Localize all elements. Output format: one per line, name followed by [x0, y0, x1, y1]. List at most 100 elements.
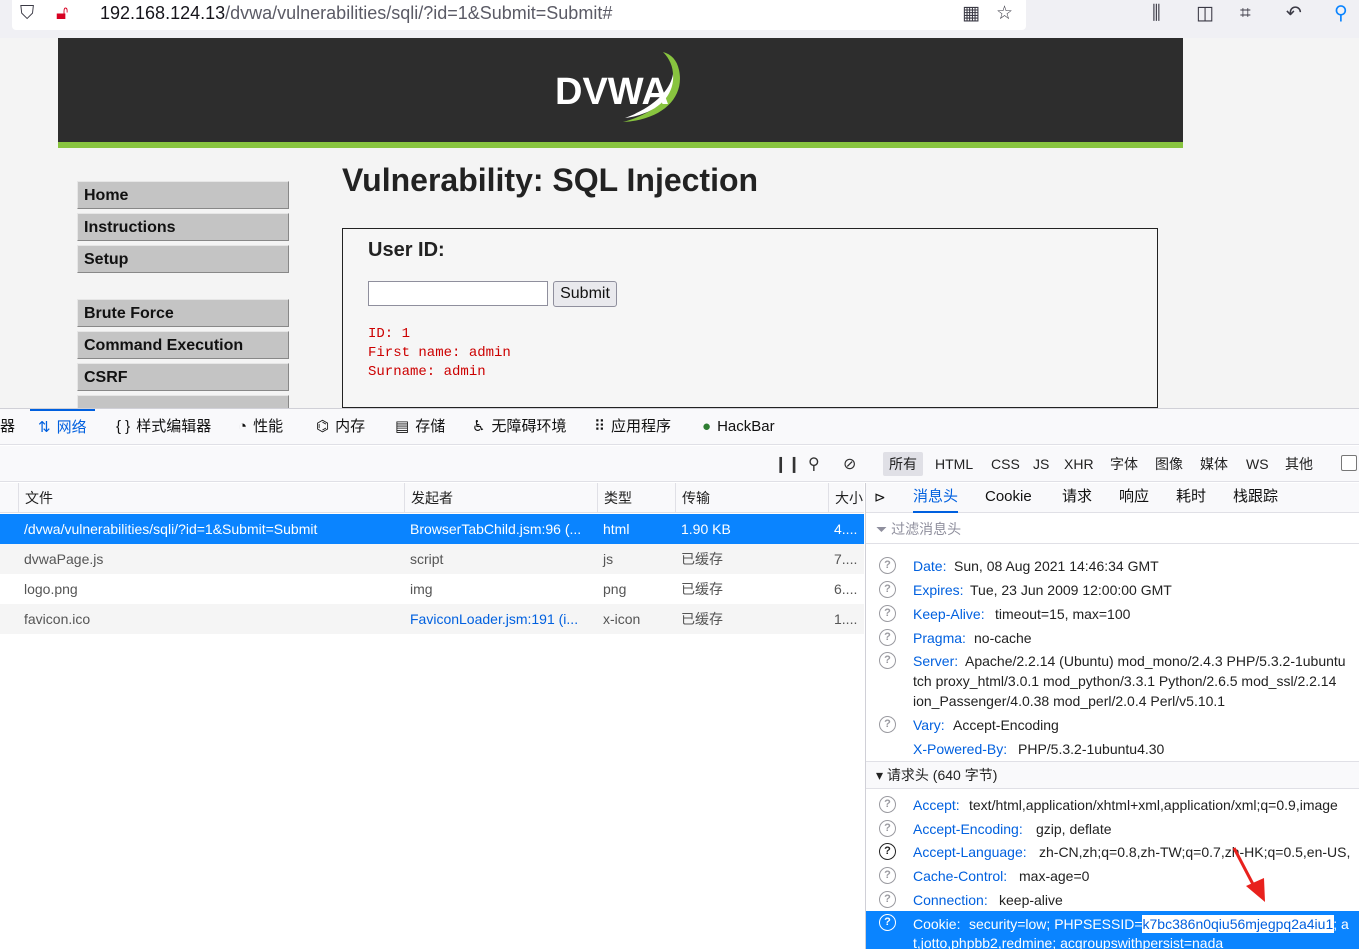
- menu-setup[interactable]: Setup: [77, 245, 289, 273]
- menu-instructions[interactable]: Instructions: [77, 213, 289, 241]
- tab-accessibility-label: 无障碍环境: [491, 418, 567, 435]
- header-value-cont: tch proxy_html/3.0.1 mod_python/3.3.1 Py…: [913, 673, 1337, 689]
- col-size[interactable]: 大小: [828, 483, 864, 513]
- header-value-cont: ion_Passenger/4.0.38 mod_perl/2.0.4 Perl…: [913, 693, 1226, 709]
- tab-application-label: 应用程序: [611, 418, 672, 435]
- tab-response[interactable]: 响应: [1119, 483, 1149, 513]
- col-file[interactable]: 文件: [18, 483, 404, 513]
- table-row[interactable]: logo.png img png 已缓存 6....: [0, 574, 864, 604]
- table-row[interactable]: dvwaPage.js script js 已缓存 7....: [0, 544, 864, 574]
- request-headers-section[interactable]: ▾ 请求头 (640 字节): [866, 761, 1359, 789]
- col-type[interactable]: 类型: [597, 483, 675, 513]
- cell-initiator[interactable]: FaviconLoader.jsm:191 (i...: [404, 604, 597, 634]
- tab-headers[interactable]: 消息头: [913, 483, 959, 513]
- result-first-name: First name: admin: [368, 345, 511, 361]
- cell-type: js: [603, 551, 614, 567]
- help-icon[interactable]: ?: [879, 629, 896, 646]
- shield-icon[interactable]: ⛉: [20, 3, 34, 25]
- header-value: Sun, 08 Aug 2021 14:46:34 GMT: [954, 558, 1159, 574]
- col-transfer[interactable]: 传输: [675, 483, 828, 513]
- result-surname: Surname: admin: [368, 364, 486, 380]
- filter-fonts[interactable]: 字体: [1104, 452, 1144, 476]
- session-id-highlight[interactable]: k7bc386n0qiu56mjegpq2a4iu1: [1141, 915, 1335, 933]
- help-icon[interactable]: ?: [879, 581, 896, 598]
- tab-inspector[interactable]: 器: [0, 409, 15, 445]
- menu-brute-force[interactable]: Brute Force: [77, 299, 289, 327]
- header-value: no-cache: [974, 630, 1032, 646]
- tab-performance[interactable]: ◔ 性能: [238, 409, 283, 445]
- help-icon[interactable]: ?: [879, 652, 896, 669]
- tab-hackbar[interactable]: ● HackBar: [702, 409, 775, 445]
- submit-button[interactable]: Submit: [553, 281, 617, 307]
- tab-network[interactable]: ⇅ 网络: [30, 409, 95, 445]
- table-row[interactable]: /dvwa/vulnerabilities/sqli/?id=1&Submit=…: [0, 514, 864, 544]
- table-row[interactable]: favicon.ico FaviconLoader.jsm:191 (i... …: [0, 604, 864, 634]
- col-initiator[interactable]: 发起者: [404, 483, 597, 513]
- tab-accessibility[interactable]: ♿︎ 无障碍环境: [472, 409, 566, 445]
- tab-timings[interactable]: 耗时: [1176, 483, 1206, 513]
- search-icon[interactable]: ⚲: [808, 454, 820, 474]
- library-icon[interactable]: ⫼: [1152, 3, 1161, 25]
- header-row-cookie[interactable]: ? Cookie: security=low; PHPSESSID=k7bc38…: [866, 911, 1359, 949]
- header-key: Date:: [913, 558, 947, 574]
- cell-size: 6....: [834, 581, 858, 597]
- user-id-input[interactable]: [368, 281, 548, 306]
- filter-js[interactable]: JS: [1027, 452, 1055, 476]
- help-icon[interactable]: ?: [879, 716, 896, 733]
- filter-all[interactable]: 所有: [883, 452, 923, 476]
- url-field[interactable]: ⛉ 🔓︎ 192.168.124.13/dvwa/vulnerabilities…: [12, 0, 1026, 30]
- tab-cookie[interactable]: Cookie: [985, 483, 1032, 513]
- sidebar-icon[interactable]: ◫: [1196, 3, 1214, 25]
- header-value: keep-alive: [999, 892, 1063, 908]
- grid-icon: ⠿: [594, 418, 605, 435]
- tab-stack-trace[interactable]: 栈跟踪: [1233, 483, 1278, 513]
- tab-request[interactable]: 请求: [1062, 483, 1092, 513]
- help-icon[interactable]: ?: [879, 796, 896, 813]
- help-icon[interactable]: ?: [879, 843, 896, 860]
- filter-images[interactable]: 图像: [1149, 452, 1189, 476]
- cookie-value: security=low; PHPSESSID=k7bc386n0qiu56mj…: [969, 914, 1349, 934]
- crop-icon[interactable]: ⌗: [1240, 3, 1251, 25]
- cell-initiator[interactable]: BrowserTabChild.jsm:96 (...: [404, 514, 597, 544]
- toggle-panel-icon[interactable]: ⊳: [874, 483, 886, 513]
- filter-other[interactable]: 其他: [1279, 452, 1319, 476]
- help-icon[interactable]: ?: [879, 605, 896, 622]
- filter-html[interactable]: HTML: [929, 452, 979, 476]
- pin-icon[interactable]: ⚲: [1334, 3, 1348, 25]
- tab-style-editor[interactable]: { } 样式编辑器: [116, 409, 211, 445]
- request-table-header: 文件 发起者 类型 传输 大小: [0, 483, 864, 513]
- cell-file: /dvwa/vulnerabilities/sqli/?id=1&Submit=…: [24, 521, 318, 537]
- menu-csrf[interactable]: CSRF: [77, 363, 289, 391]
- help-icon[interactable]: ?: [879, 891, 896, 908]
- collapse-triangle-icon: ▾: [876, 767, 887, 783]
- tab-memory[interactable]: ⌬ 内存: [316, 409, 365, 445]
- header-filter-input[interactable]: ⏷ 过滤消息头: [866, 514, 1359, 544]
- header-key: Accept-Encoding:: [913, 821, 1023, 837]
- cell-size: 7....: [834, 551, 858, 567]
- qr-code-icon[interactable]: ▦: [962, 3, 980, 25]
- pause-icon[interactable]: ❙❙: [774, 454, 801, 474]
- help-icon[interactable]: ?: [879, 820, 896, 837]
- accessibility-icon: ♿︎: [472, 418, 486, 435]
- filter-ws[interactable]: WS: [1240, 452, 1275, 476]
- insecure-lock-icon[interactable]: 🔓︎: [56, 3, 68, 25]
- filter-xhr[interactable]: XHR: [1058, 452, 1100, 476]
- persist-checkbox[interactable]: [1341, 455, 1357, 471]
- help-icon[interactable]: ?: [879, 914, 896, 931]
- storage-icon: ▤: [395, 418, 410, 435]
- menu-partial-item[interactable]: [77, 395, 289, 408]
- block-icon[interactable]: ⊘: [843, 454, 856, 474]
- url-text[interactable]: 192.168.124.13/dvwa/vulnerabilities/sqli…: [100, 3, 612, 24]
- tab-application[interactable]: ⠿ 应用程序: [594, 409, 671, 445]
- help-icon[interactable]: ?: [879, 867, 896, 884]
- tab-storage[interactable]: ▤ 存储: [395, 409, 445, 445]
- filter-media[interactable]: 媒体: [1194, 452, 1234, 476]
- filter-css[interactable]: CSS: [985, 452, 1026, 476]
- bookmark-star-icon[interactable]: ☆: [996, 3, 1013, 25]
- web-page: DVWA Home Instructions Setup Brute Force…: [0, 38, 1359, 408]
- menu-command-execution[interactable]: Command Execution: [77, 331, 289, 359]
- help-icon[interactable]: ?: [879, 557, 896, 574]
- menu-home[interactable]: Home: [77, 181, 289, 209]
- tab-hackbar-label: HackBar: [717, 418, 775, 435]
- back-arrow-icon[interactable]: ↶: [1286, 3, 1302, 25]
